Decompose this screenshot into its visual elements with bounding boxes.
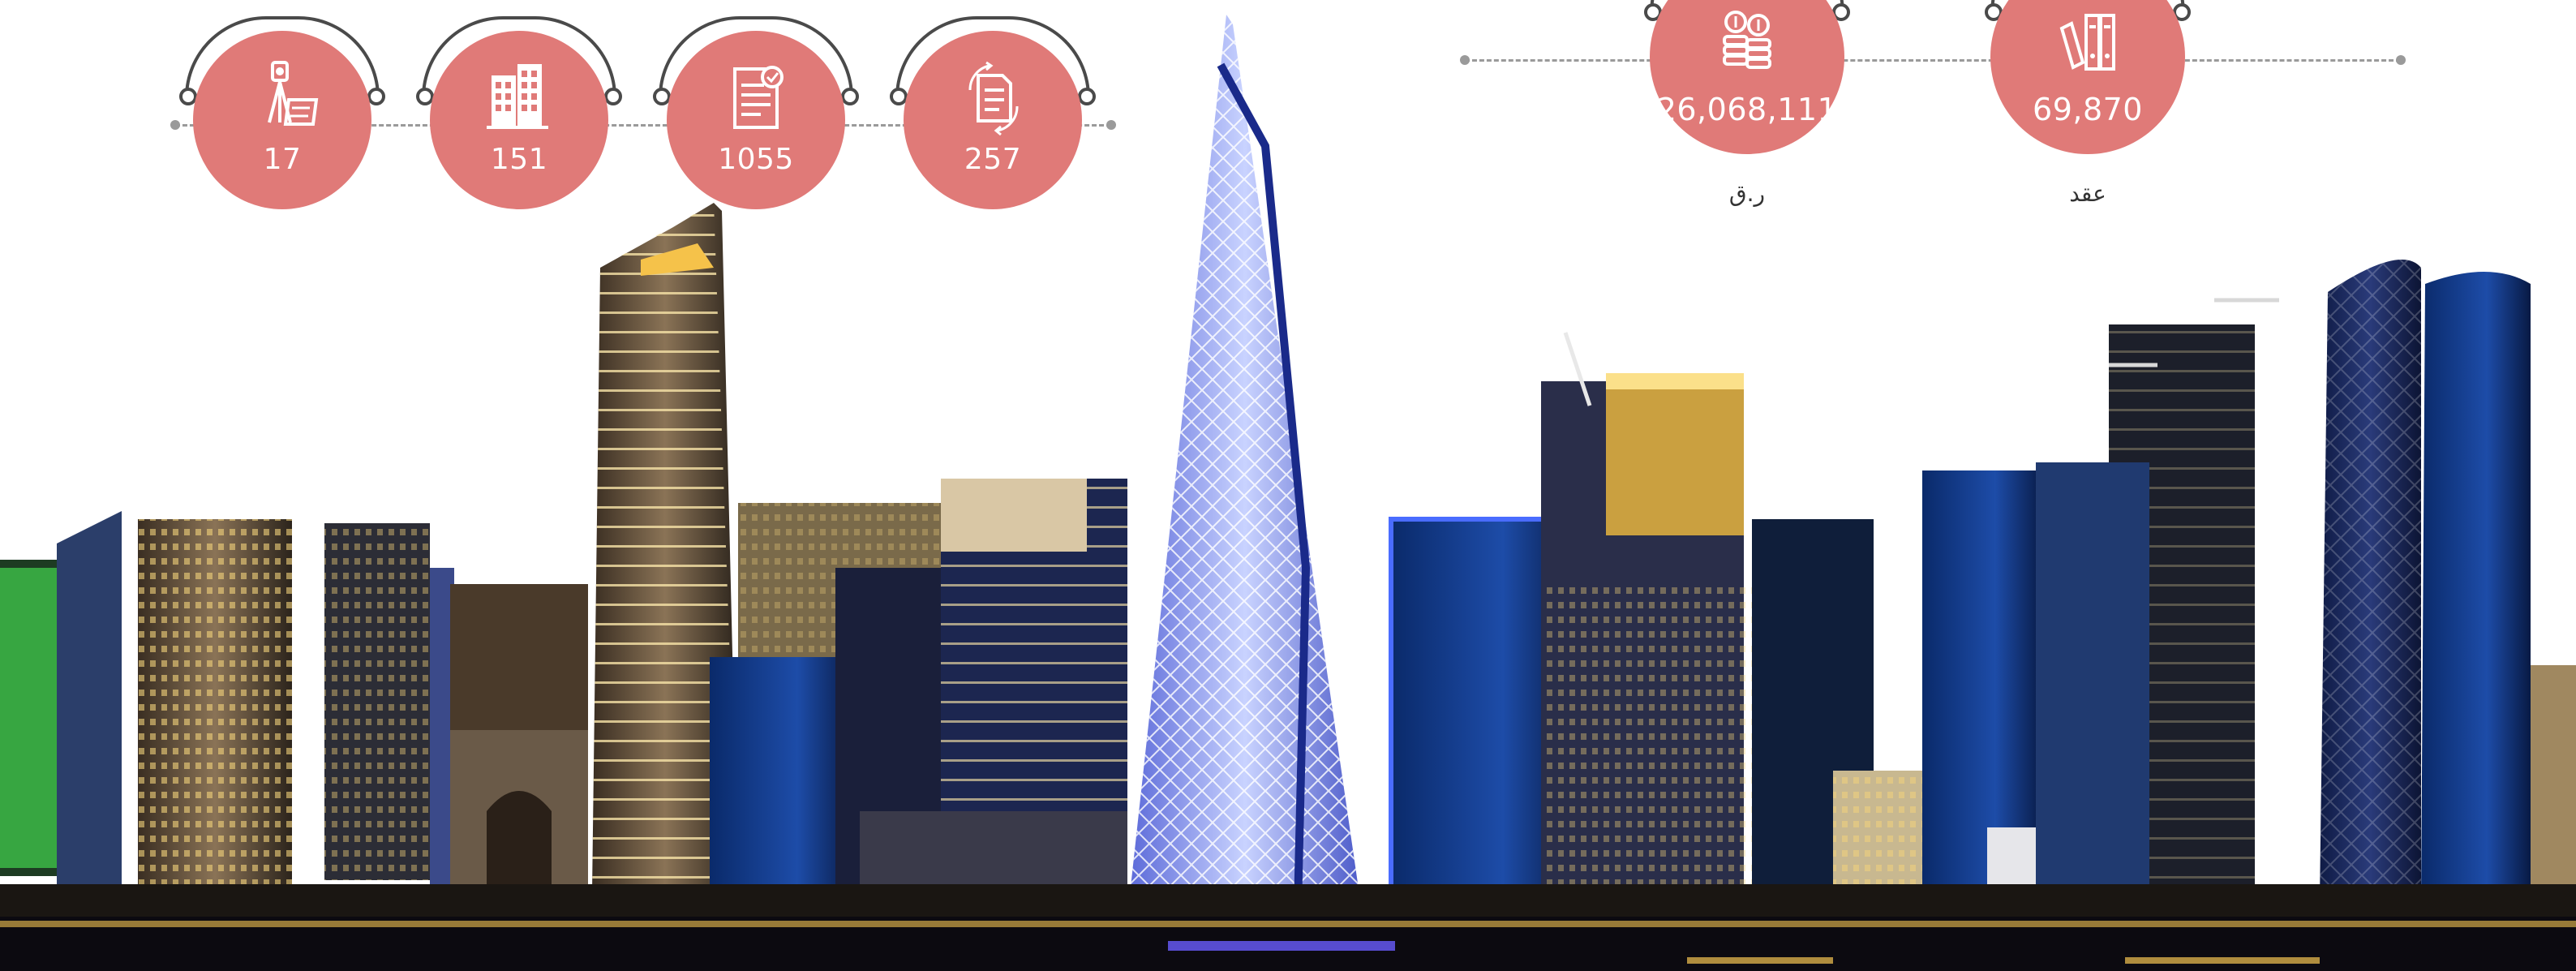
left-stat-0-value: 17	[263, 143, 302, 176]
right-stat-1-value: 69,870	[2033, 92, 2143, 127]
surveyor-icon	[268, 61, 319, 126]
binders-icon	[2059, 14, 2115, 71]
right-stat-0-value: 26,068,111	[1656, 92, 1838, 127]
document-cycle-icon	[968, 61, 1019, 136]
left-stat-1-value: 151	[490, 143, 548, 176]
right-line-start-dot	[1460, 55, 1470, 65]
infographic: 17 151 1055 257 26,068,111 ر.ق 69,870 عق…	[0, 0, 2576, 971]
coins-icon	[1723, 11, 1771, 69]
left-stat-2-value: 1055	[718, 143, 794, 176]
right-stat-1-unit: عقد	[2069, 180, 2106, 207]
doha-skyline-photo	[0, 15, 2576, 971]
left-stat-3-value: 257	[964, 143, 1022, 176]
buildings-icon	[487, 64, 548, 129]
left-line-end-dot	[1106, 120, 1116, 130]
document-icon	[733, 66, 784, 129]
left-line-start-dot	[170, 120, 180, 130]
left-stat-1-badge: 151	[430, 31, 608, 209]
left-stat-3-badge: 257	[904, 31, 1082, 209]
right-line-end-dot	[2396, 55, 2406, 65]
right-connector-line	[1465, 59, 2401, 62]
left-stat-2-badge: 1055	[667, 31, 845, 209]
right-stat-0-unit: ر.ق	[1728, 180, 1766, 207]
left-stat-0-badge: 17	[193, 31, 371, 209]
